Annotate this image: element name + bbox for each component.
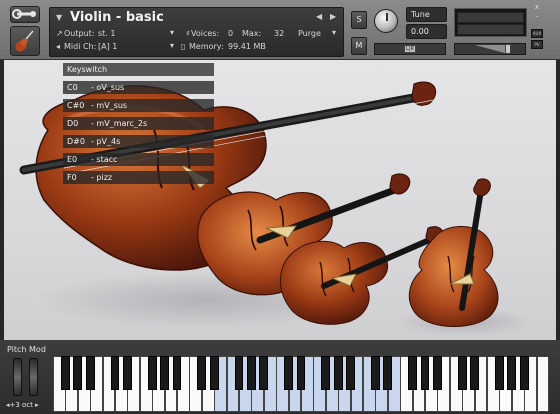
level-meter-right	[457, 24, 524, 35]
level-meter-left	[457, 12, 524, 23]
keyboard-panel: Pitch Mod ◂+3 oct ▸	[0, 340, 560, 414]
voices-label: Voices:	[191, 29, 220, 38]
output-icon: ↗	[56, 29, 63, 38]
piano-keyboard[interactable]	[53, 356, 550, 412]
output-value[interactable]: st. 1	[98, 29, 115, 39]
black-key[interactable]	[507, 356, 517, 390]
instrument-title[interactable]: Violin - basic	[70, 10, 164, 25]
black-key[interactable]	[172, 356, 182, 390]
black-key[interactable]	[408, 356, 417, 390]
arrow-left-icon[interactable]: ◀	[316, 12, 322, 21]
keyswitch-item[interactable]: C0 - oV_sus	[63, 81, 214, 94]
black-key[interactable]	[197, 356, 207, 390]
black-key[interactable]	[110, 356, 120, 390]
black-key[interactable]	[73, 356, 83, 390]
black-key[interactable]	[147, 356, 157, 390]
keyswitch-articulation: - mV_marc_2s	[91, 119, 148, 128]
keyswitch-item[interactable]: D0 - mV_marc_2s	[63, 117, 214, 130]
keyswitch-note: E0	[67, 155, 78, 164]
keyswitch-articulation: - stacc	[91, 155, 118, 164]
pitch-mod-label: Pitch Mod	[7, 345, 46, 354]
kontakt-instrument: ▼ Violin - basic ◀ ▶ ↗ Output: st. 1 ▾ ♯…	[0, 0, 560, 414]
black-key[interactable]	[61, 356, 70, 390]
instrument-info-panel: ▼ Violin - basic ◀ ▶ ↗ Output: st. 1 ▾ ♯…	[49, 7, 344, 57]
black-key[interactable]	[123, 356, 132, 390]
midi-icon: ◂	[56, 42, 61, 51]
black-key[interactable]	[160, 356, 169, 390]
voices-icon: ♯	[186, 29, 190, 38]
black-key[interactable]	[495, 356, 504, 390]
max-voices-value[interactable]: 32	[274, 29, 284, 39]
keyswitch-note: C#0	[67, 101, 85, 110]
black-key[interactable]	[371, 356, 380, 390]
volume-handle[interactable]	[505, 44, 511, 54]
pv-button[interactable]: PV	[531, 40, 543, 49]
keyswitch-note: C0	[67, 83, 78, 92]
black-key[interactable]	[296, 356, 306, 390]
keyswitch-note: D#0	[67, 137, 85, 146]
tune-knob[interactable]	[374, 9, 398, 33]
black-key[interactable]	[321, 356, 331, 390]
keyswitch-note: F0	[67, 173, 77, 182]
level-meter	[454, 8, 527, 37]
black-key[interactable]	[234, 356, 244, 390]
arrow-down-icon: ▾	[170, 28, 175, 37]
black-key[interactable]	[383, 356, 393, 390]
black-key[interactable]	[420, 356, 430, 390]
octave-shift[interactable]: ◂+3 oct ▸	[6, 400, 48, 411]
tune-label: Tune	[406, 7, 447, 22]
midi-channel-label: Midi Ch:	[64, 42, 97, 51]
solo-button[interactable]: S	[351, 11, 367, 29]
mod-wheel[interactable]	[29, 358, 38, 396]
voices-value: 0	[228, 29, 234, 38]
volume-ramp	[475, 45, 505, 53]
midi-channel-value[interactable]: [A] 1	[98, 42, 117, 52]
close-icon[interactable]: x	[533, 3, 541, 11]
black-key[interactable]	[284, 356, 293, 390]
keyswitch-header: Keyswitch	[63, 63, 214, 76]
pan-handle[interactable]: L|R	[404, 45, 416, 53]
black-key[interactable]	[247, 356, 256, 390]
memory-value: 99.41 MB	[228, 42, 266, 51]
volume-slider[interactable]	[454, 43, 526, 55]
keyswitch-articulation: - pV_4s	[91, 137, 121, 146]
violin-icon[interactable]	[10, 26, 40, 56]
keyswitch-articulation: - oV_sus	[91, 83, 125, 92]
dropdown-icon[interactable]: ▼	[56, 13, 62, 22]
black-key[interactable]	[259, 356, 269, 390]
pan-slider[interactable]: L|R	[374, 43, 446, 55]
black-key[interactable]	[433, 356, 442, 390]
wrench-icon[interactable]	[10, 6, 40, 23]
black-key[interactable]	[209, 356, 219, 390]
violin-right	[408, 178, 499, 327]
keyswitch-item[interactable]: F0 - pizz	[63, 171, 214, 184]
pitch-wheel[interactable]	[13, 358, 22, 396]
instrument-header: ▼ Violin - basic ◀ ▶ ↗ Output: st. 1 ▾ ♯…	[0, 0, 560, 60]
memory-label: Memory:	[189, 42, 224, 51]
black-key[interactable]	[470, 356, 479, 390]
black-key[interactable]	[85, 356, 95, 390]
keyswitch-item[interactable]: E0 - stacc	[63, 153, 214, 166]
arrow-down-icon: ▾	[170, 41, 175, 50]
keyswitch-item[interactable]: C#0 - mV_sus	[63, 99, 214, 112]
keyswitch-item[interactable]: D#0 - pV_4s	[63, 135, 214, 148]
black-key[interactable]	[519, 356, 529, 390]
memory-icon: ▯	[181, 42, 186, 51]
black-key[interactable]	[346, 356, 355, 390]
purge-dropdown-icon[interactable]: ▾	[332, 28, 336, 38]
tune-value[interactable]: 0.00	[406, 24, 447, 39]
keyswitch-articulation: - pizz	[91, 173, 113, 182]
black-key[interactable]	[333, 356, 343, 390]
minimize-icon[interactable]: –	[533, 12, 541, 20]
aux-button[interactable]: AUX	[531, 29, 543, 38]
output-label: Output:	[64, 29, 95, 38]
keyswitch-articulation: - mV_sus	[91, 101, 128, 110]
purge-button[interactable]: Purge	[298, 29, 321, 39]
black-key[interactable]	[457, 356, 467, 390]
mute-button[interactable]: M	[351, 37, 367, 55]
max-label: Max:	[242, 29, 262, 38]
white-key[interactable]	[536, 356, 550, 412]
arrow-right-icon[interactable]: ▶	[330, 12, 336, 21]
keyswitch-note: D0	[67, 119, 79, 128]
